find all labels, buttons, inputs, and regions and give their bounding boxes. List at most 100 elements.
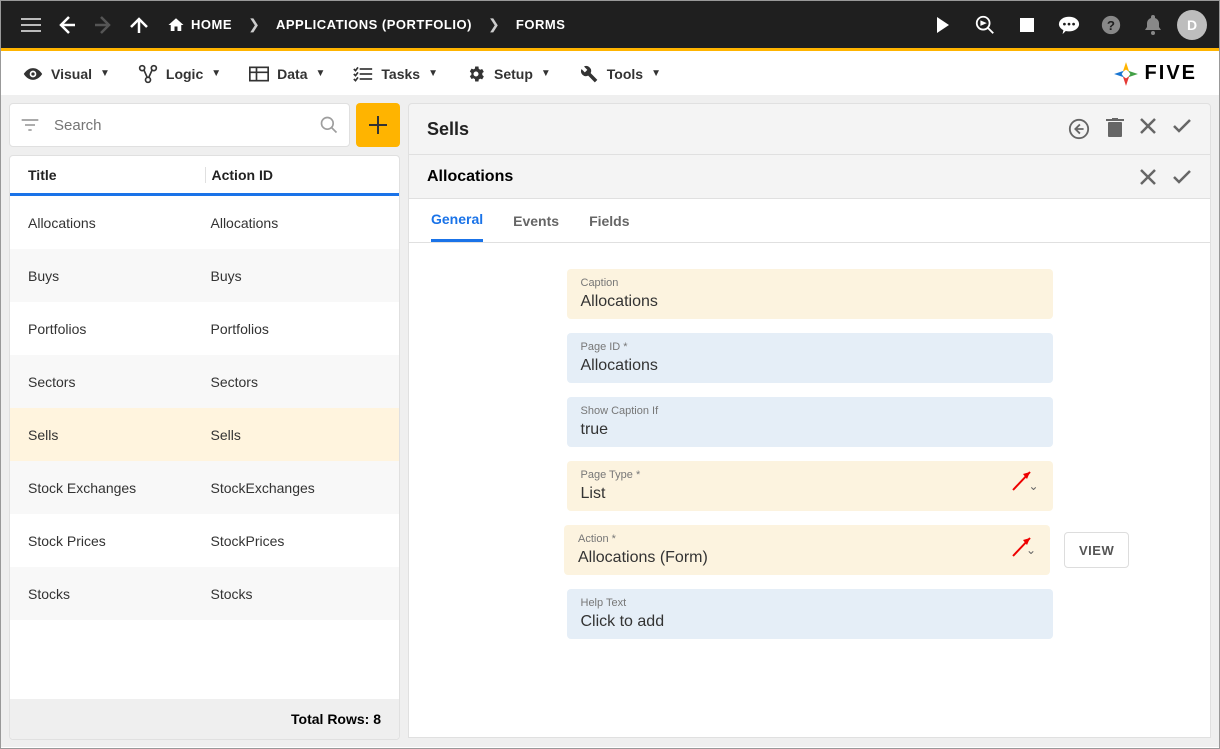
breadcrumb-home-label: HOME bbox=[191, 17, 232, 32]
play-icon[interactable] bbox=[925, 7, 961, 43]
row-title: Sells bbox=[10, 427, 205, 443]
field-show-caption-if[interactable]: Show Caption If true bbox=[567, 397, 1053, 447]
menu-setup[interactable]: Setup▼ bbox=[466, 64, 551, 84]
chevron-right-icon: ❯ bbox=[482, 16, 506, 33]
breadcrumb-home[interactable]: HOME bbox=[157, 7, 242, 43]
menubar: Visual▼ Logic▼ Data▼ Tasks▼ Setup▼ Tools… bbox=[1, 51, 1219, 95]
field-caption[interactable]: Caption Allocations bbox=[567, 269, 1053, 319]
tabs: General Events Fields bbox=[408, 199, 1211, 243]
annotation-arrow-icon bbox=[1010, 468, 1034, 492]
stop-icon[interactable] bbox=[1009, 7, 1045, 43]
table-row[interactable]: Stock ExchangesStockExchanges bbox=[10, 461, 399, 514]
close-icon[interactable] bbox=[1140, 169, 1156, 185]
field-value: Allocations (Form) bbox=[578, 549, 1036, 567]
table-row[interactable]: AllocationsAllocations bbox=[10, 196, 399, 249]
breadcrumb-applications-label: APPLICATIONS (PORTFOLIO) bbox=[276, 17, 472, 32]
view-button[interactable]: VIEW bbox=[1064, 532, 1129, 568]
subpanel-header: Allocations bbox=[408, 155, 1211, 199]
row-action-id: Sectors bbox=[205, 374, 400, 390]
table-row[interactable]: SectorsSectors bbox=[10, 355, 399, 408]
search-icon[interactable] bbox=[319, 115, 339, 135]
panel-header: Sells bbox=[408, 103, 1211, 155]
table-row[interactable]: PortfoliosPortfolios bbox=[10, 302, 399, 355]
tab-events[interactable]: Events bbox=[513, 199, 559, 242]
table-row[interactable]: BuysBuys bbox=[10, 249, 399, 302]
field-label: Page Type * bbox=[581, 469, 1039, 481]
field-label: Action * bbox=[578, 533, 1036, 545]
table-row[interactable]: Stock PricesStockPrices bbox=[10, 514, 399, 567]
field-label: Caption bbox=[581, 277, 1039, 289]
search-box[interactable] bbox=[9, 103, 350, 147]
form-area: Caption Allocations Page ID * Allocation… bbox=[408, 243, 1211, 738]
field-label: Help Text bbox=[581, 597, 1039, 609]
check-icon[interactable] bbox=[1172, 118, 1192, 140]
list-header-title[interactable]: Title bbox=[10, 167, 205, 183]
field-value: Allocations bbox=[581, 293, 1039, 311]
avatar[interactable]: D bbox=[1177, 10, 1207, 40]
list-body: AllocationsAllocationsBuysBuysPortfolios… bbox=[10, 196, 399, 699]
field-page-id[interactable]: Page ID * Allocations bbox=[567, 333, 1053, 383]
check-icon[interactable] bbox=[1172, 169, 1192, 185]
field-help-text[interactable]: Help Text Click to add bbox=[567, 589, 1053, 639]
list-panel: Title Action ID AllocationsAllocationsBu… bbox=[9, 155, 400, 740]
filter-icon[interactable] bbox=[20, 117, 40, 133]
panel-title: Sells bbox=[427, 119, 469, 140]
menu-label: Tools bbox=[607, 66, 643, 82]
menu-logic[interactable]: Logic ▼ bbox=[138, 64, 221, 84]
field-value: List bbox=[581, 485, 1039, 503]
logo-text: FIVE bbox=[1145, 62, 1197, 85]
menu-label: Visual bbox=[51, 66, 92, 82]
avatar-letter: D bbox=[1187, 17, 1197, 33]
menu-tasks[interactable]: Tasks▼ bbox=[353, 65, 438, 83]
close-icon[interactable] bbox=[1140, 118, 1156, 140]
view-button-label: VIEW bbox=[1079, 543, 1114, 558]
breadcrumb-forms-label: FORMS bbox=[516, 17, 565, 32]
menu-label: Data bbox=[277, 66, 307, 82]
row-title: Portfolios bbox=[10, 321, 205, 337]
total-rows-label: Total Rows: 8 bbox=[291, 711, 381, 727]
field-action[interactable]: Action * Allocations (Form) ⌄ bbox=[564, 525, 1050, 575]
search-input[interactable] bbox=[54, 117, 319, 134]
back-icon[interactable] bbox=[49, 7, 85, 43]
field-page-type[interactable]: Page Type * List ⌄ bbox=[567, 461, 1053, 511]
trash-icon[interactable] bbox=[1106, 118, 1124, 140]
chat-icon[interactable] bbox=[1051, 7, 1087, 43]
help-icon[interactable]: ? bbox=[1093, 7, 1129, 43]
menu-data[interactable]: Data▼ bbox=[249, 65, 325, 83]
tab-fields[interactable]: Fields bbox=[589, 199, 629, 242]
add-button[interactable] bbox=[356, 103, 400, 147]
left-column: Title Action ID AllocationsAllocationsBu… bbox=[1, 95, 408, 747]
row-title: Stock Exchanges bbox=[10, 480, 205, 496]
svg-text:?: ? bbox=[1107, 18, 1115, 33]
hamburger-icon[interactable] bbox=[13, 7, 49, 43]
list-header-actionid[interactable]: Action ID bbox=[205, 167, 400, 183]
field-value: Click to add bbox=[581, 613, 1039, 631]
up-icon[interactable] bbox=[121, 7, 157, 43]
search-run-icon[interactable] bbox=[967, 7, 1003, 43]
table-row[interactable]: StocksStocks bbox=[10, 567, 399, 620]
breadcrumb-applications[interactable]: APPLICATIONS (PORTFOLIO) bbox=[266, 7, 482, 43]
list-header: Title Action ID bbox=[10, 156, 399, 196]
right-column: Sells Allocations General Events Fields bbox=[408, 95, 1219, 747]
table-row[interactable]: SellsSells bbox=[10, 408, 399, 461]
annotation-arrow-icon bbox=[1010, 534, 1034, 558]
breadcrumb-forms[interactable]: FORMS bbox=[506, 7, 575, 43]
chevron-right-icon: ❯ bbox=[242, 16, 266, 33]
logo: FIVE bbox=[1113, 61, 1197, 87]
menu-tools[interactable]: Tools▼ bbox=[579, 64, 661, 84]
tab-general[interactable]: General bbox=[431, 199, 483, 242]
dropdown-icon: ▼ bbox=[428, 68, 438, 79]
dropdown-icon: ▼ bbox=[211, 68, 221, 79]
workspace: Title Action ID AllocationsAllocationsBu… bbox=[1, 95, 1219, 747]
topbar: HOME ❯ APPLICATIONS (PORTFOLIO) ❯ FORMS … bbox=[1, 1, 1219, 51]
dropdown-icon: ▼ bbox=[541, 68, 551, 79]
row-title: Stock Prices bbox=[10, 533, 205, 549]
menu-visual[interactable]: Visual▼ bbox=[23, 64, 110, 84]
field-value: Allocations bbox=[581, 357, 1039, 375]
tab-label: Fields bbox=[589, 213, 629, 229]
menu-label: Logic bbox=[166, 66, 203, 82]
back-circle-icon[interactable] bbox=[1068, 118, 1090, 140]
row-action-id: Sells bbox=[205, 427, 400, 443]
bell-icon[interactable] bbox=[1135, 7, 1171, 43]
row-action-id: StockPrices bbox=[205, 533, 400, 549]
